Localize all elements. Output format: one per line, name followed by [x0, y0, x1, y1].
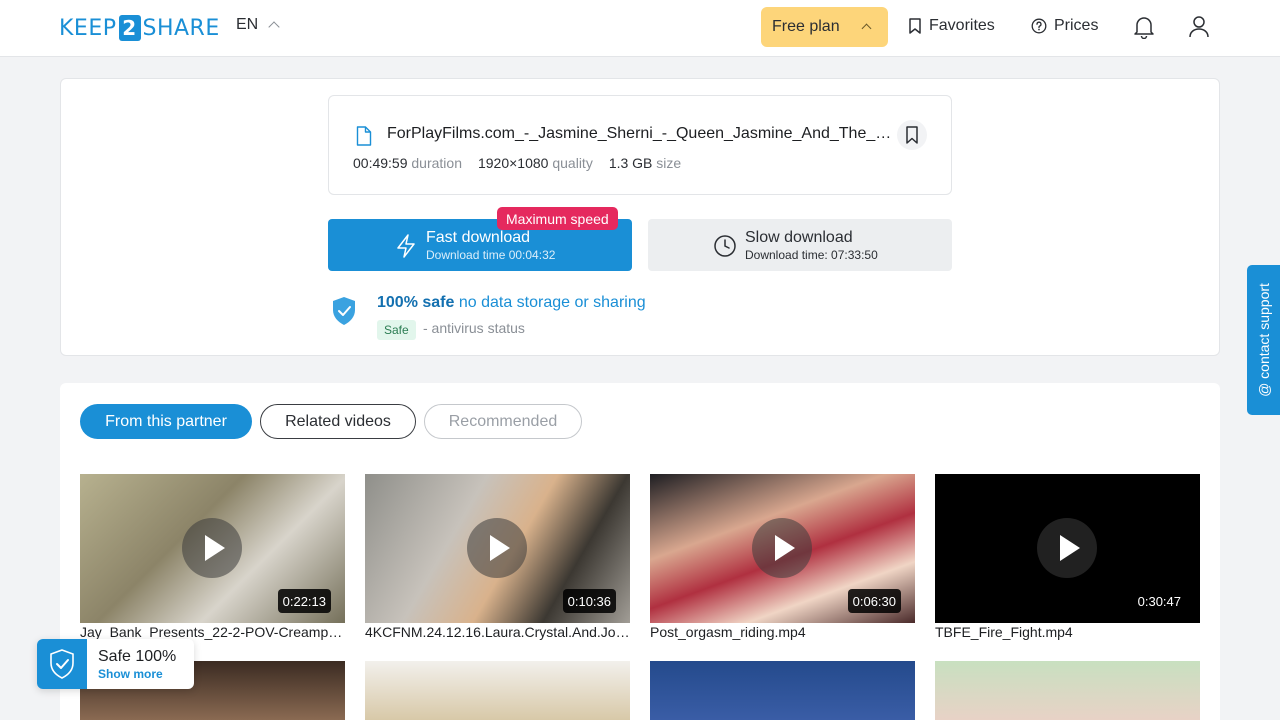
video-thumbnail[interactable]: 0:10:36	[365, 474, 630, 623]
chevron-up-icon	[268, 21, 280, 33]
antivirus-status: - antivirus status	[423, 320, 525, 336]
bookmark-icon	[909, 18, 921, 34]
language-selector[interactable]: EN	[236, 16, 280, 34]
prices-label: Prices	[1054, 17, 1099, 34]
duration-value: 00:49:59	[353, 155, 408, 171]
max-speed-badge: Maximum speed	[497, 207, 618, 230]
add-to-favorites-button[interactable]	[897, 120, 927, 150]
video-title[interactable]: Jay_Bank_Presents_22-2-POV-Creampie_Scen…	[80, 624, 345, 640]
safety-line: 100% safe no data storage or sharing	[377, 294, 646, 312]
user-icon	[1189, 16, 1209, 38]
file-meta: 00:49:59 duration 1920×1080 quality 1.3 …	[353, 155, 681, 171]
keep2share-logo[interactable]: KEEP 2 SHARE	[59, 14, 220, 42]
video-title[interactable]: TBFE_Fire_Fight.mp4	[935, 624, 1200, 640]
tab-from-this-partner[interactable]: From this partner	[80, 404, 252, 439]
logo-number: 2	[118, 15, 141, 41]
play-icon	[467, 518, 527, 578]
safe-tag: Safe	[377, 320, 416, 340]
help-circle-icon	[1031, 18, 1047, 34]
logo-text-right: SHARE	[142, 15, 220, 41]
slow-download-button[interactable]: Slow download Download time: 07:33:50	[648, 219, 952, 271]
plan-dropdown-button[interactable]: Free plan	[761, 7, 888, 47]
file-icon	[356, 126, 372, 146]
video-duration: 0:22:13	[277, 589, 331, 613]
top-header: KEEP 2 SHARE EN Free plan Favorites Pric…	[0, 0, 1280, 57]
video-duration: 0:30:47	[1132, 589, 1186, 613]
safety-percent: 100% safe	[377, 294, 455, 311]
clock-icon	[714, 235, 736, 257]
shield-check-icon	[50, 649, 74, 679]
fast-download-time: Download time 00:04:32	[426, 248, 556, 262]
chevron-up-icon	[861, 23, 872, 34]
plan-label: Free plan	[772, 18, 840, 35]
bookmark-icon	[906, 126, 918, 144]
duration-meta: 00:49:59 duration	[353, 155, 462, 171]
video-duration: 0:06:30	[847, 589, 901, 613]
video-thumbnail[interactable]	[365, 661, 630, 720]
safe-widget-badge	[37, 639, 87, 689]
video-title[interactable]: 4KCFNM.24.12.16.Laura.Crystal.And.Jolee.…	[365, 624, 630, 640]
slow-download-time: Download time: 07:33:50	[745, 248, 878, 262]
account-button[interactable]	[1188, 15, 1210, 44]
safe-widget[interactable]: Safe 100% Show more	[37, 639, 194, 689]
contact-support-label: @ contact support	[1255, 283, 1272, 397]
video-duration: 0:10:36	[562, 589, 616, 613]
safe-widget-title: Safe 100%	[98, 648, 177, 665]
logo-text-left: KEEP	[59, 15, 117, 41]
bell-icon	[1134, 17, 1154, 40]
video-thumbnail[interactable]: 0:30:47	[935, 474, 1200, 623]
safety-text: no data storage or sharing	[458, 294, 646, 311]
video-title[interactable]: Post_orgasm_riding.mp4	[650, 624, 915, 640]
fast-download-label: Fast download	[426, 229, 531, 246]
video-thumbnail[interactable]	[935, 661, 1200, 720]
language-label: EN	[236, 16, 259, 33]
lightning-icon	[397, 234, 415, 258]
duration-label: duration	[411, 155, 462, 171]
shield-check-icon	[333, 297, 355, 325]
contact-support-button[interactable]: @ contact support	[1247, 265, 1280, 415]
file-name: ForPlayFilms.com_-_Jasmine_Sherni_-_Quee…	[387, 125, 897, 142]
play-icon	[182, 518, 242, 578]
size-value: 1.3 GB	[608, 155, 653, 171]
tab-related-videos[interactable]: Related videos	[260, 404, 416, 439]
play-icon	[752, 518, 812, 578]
favorites-label: Favorites	[929, 17, 995, 34]
video-thumbnail[interactable]: 0:22:13	[80, 474, 345, 623]
quality-label: quality	[552, 155, 593, 171]
video-thumbnail[interactable]: 0:06:30	[650, 474, 915, 623]
nav-prices[interactable]: Prices	[1031, 17, 1098, 35]
size-meta: 1.3 GB size	[609, 155, 681, 171]
video-thumbnail[interactable]	[650, 661, 915, 720]
nav-favorites[interactable]: Favorites	[908, 17, 995, 35]
size-label: size	[656, 155, 682, 171]
play-icon	[1037, 518, 1097, 578]
file-info-box	[328, 95, 952, 195]
slow-download-label: Slow download	[745, 229, 853, 246]
show-more-link[interactable]: Show more	[98, 667, 163, 681]
quality-meta: 1920×1080 quality	[478, 155, 593, 171]
tab-recommended[interactable]: Recommended	[424, 404, 582, 439]
quality-value: 1920×1080	[477, 155, 549, 171]
notifications-button[interactable]	[1133, 15, 1155, 44]
